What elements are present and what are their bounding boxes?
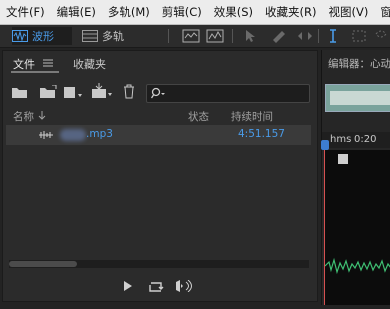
waveform-channel <box>324 257 390 275</box>
marquee-selection-tool-icon[interactable] <box>350 28 368 44</box>
preview-transport <box>3 277 317 297</box>
file-name: .mp3 <box>86 128 113 140</box>
main-toolbar: 波形 多轨 <box>0 25 390 48</box>
menu-file[interactable]: 文件(F) <box>0 4 51 20</box>
time-selection-tool-icon[interactable] <box>324 28 342 44</box>
column-name-header[interactable]: 名称 <box>13 109 34 124</box>
waveform-overview[interactable] <box>325 84 390 112</box>
menu-bar: 文件(F) 编辑(E) 多轨(M) 剪辑(C) 效果(S) 收藏夹(R) 视图(… <box>0 0 390 25</box>
editor-title[interactable]: 编辑器：心动 <box>328 56 390 71</box>
waveform-graph <box>324 154 390 275</box>
multitrack-label: 多轨 <box>102 30 124 43</box>
sort-down-icon <box>38 111 46 120</box>
clip-handle[interactable] <box>338 154 348 164</box>
new-file-icon[interactable] <box>63 85 83 99</box>
multitrack-icon <box>82 30 98 42</box>
menu-effects[interactable]: 效果(S) <box>208 4 259 20</box>
tab-files[interactable]: 文件 <box>13 56 35 72</box>
panel-menu-icon[interactable] <box>43 59 53 67</box>
open-file-icon[interactable] <box>11 85 29 99</box>
menu-multitrack[interactable]: 多轨(M) <box>102 4 156 20</box>
menu-clip[interactable]: 剪辑(C) <box>156 4 208 20</box>
scrollbar-thumb[interactable] <box>9 261 77 267</box>
column-duration-header[interactable]: 持续时间 <box>231 109 273 124</box>
menu-edit[interactable]: 编辑(E) <box>51 4 102 20</box>
auto-play-icon[interactable] <box>175 280 195 292</box>
file-list-header: 名称 状态 持续时间 <box>3 107 317 125</box>
ruler-time-label: 0:20 <box>354 134 377 145</box>
insert-into-multitrack-icon[interactable] <box>91 83 113 99</box>
overview-visible-range[interactable] <box>330 91 390 105</box>
file-duration: 4:51.157 <box>238 128 285 140</box>
tab-favorites[interactable]: 收藏夹 <box>73 56 106 72</box>
file-list-row[interactable]: .mp3 4:51.157 <box>6 125 311 145</box>
search-input[interactable] <box>146 84 310 103</box>
menu-window[interactable]: 窗 <box>374 4 390 20</box>
waveform-display[interactable] <box>324 150 390 305</box>
waveform-icon <box>12 30 28 42</box>
active-tab-indicator <box>11 71 59 73</box>
playhead-line[interactable] <box>321 140 329 305</box>
editor-panel: 编辑器：心动 hms 0:20 <box>321 50 390 305</box>
search-icon <box>151 87 165 99</box>
files-panel-tabs: 文件 收藏夹 <box>3 51 317 73</box>
files-toolbar <box>3 81 317 105</box>
files-panel: 文件 收藏夹 名称 状态 持续时间 .mp3 4:51.157 <box>2 50 318 302</box>
spectral-pitch-icon[interactable] <box>206 28 224 44</box>
toolbar-divider <box>232 29 233 43</box>
menu-view[interactable]: 视图(V) <box>323 4 375 20</box>
horizontal-scrollbar[interactable] <box>9 260 309 268</box>
toolbar-divider <box>168 29 169 43</box>
playhead-handle[interactable] <box>321 140 329 150</box>
slip-tool-icon[interactable] <box>296 28 314 44</box>
audio-file-icon <box>39 131 53 139</box>
loop-icon[interactable] <box>149 279 165 293</box>
redacted-filename <box>60 129 86 141</box>
import-file-icon[interactable] <box>39 85 57 99</box>
time-ruler[interactable]: hms 0:20 <box>322 132 390 148</box>
play-icon[interactable] <box>123 281 133 291</box>
waveform-view-button[interactable]: 波形 <box>12 27 72 45</box>
waveform-label: 波形 <box>32 30 54 43</box>
toolbar-divider <box>318 29 319 43</box>
razor-tool-icon[interactable] <box>270 28 288 44</box>
multitrack-view-button[interactable]: 多轨 <box>82 27 138 45</box>
move-tool-icon[interactable] <box>242 28 260 44</box>
trash-icon[interactable] <box>123 84 135 99</box>
column-status-header[interactable]: 状态 <box>188 109 209 124</box>
spectral-frequency-icon[interactable] <box>182 28 200 44</box>
ruler-unit: hms <box>330 134 352 145</box>
lasso-selection-tool-icon[interactable] <box>372 28 390 44</box>
menu-favorites[interactable]: 收藏夹(R) <box>259 4 322 20</box>
